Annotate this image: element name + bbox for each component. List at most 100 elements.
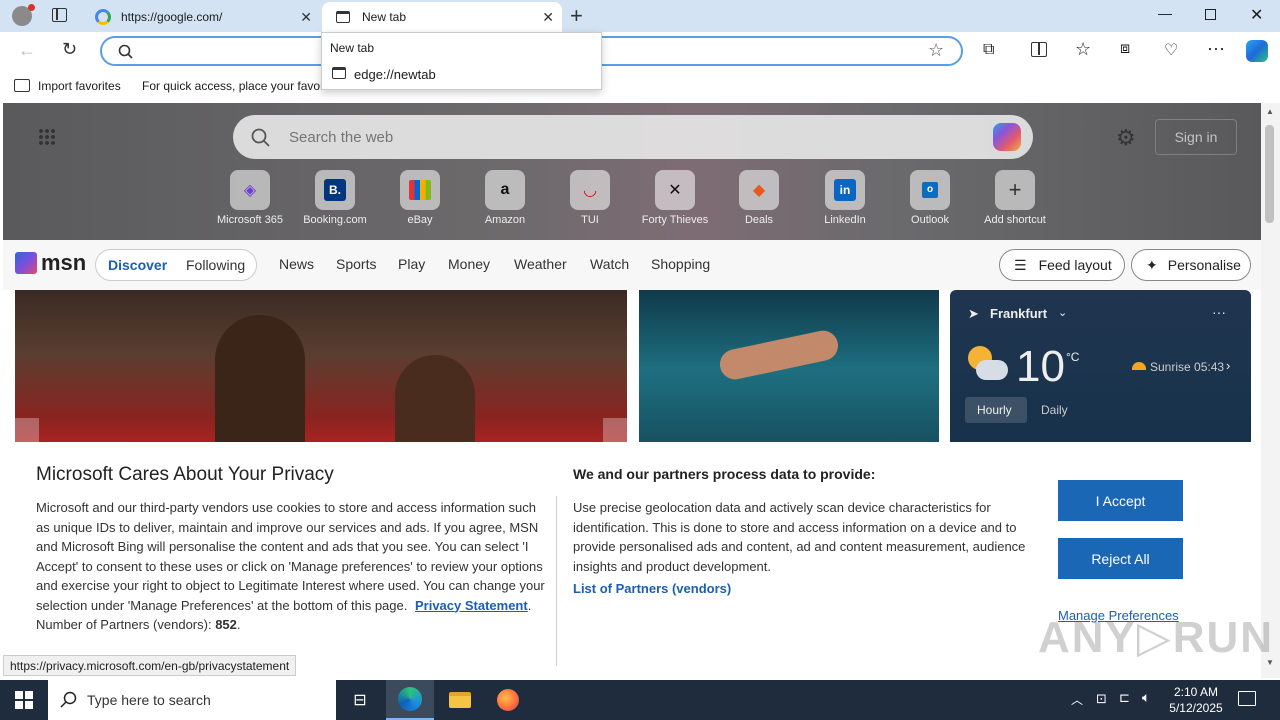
shortcut-deals[interactable]: ◆ Deals: [719, 170, 799, 226]
location-arrow-icon: ➤: [968, 306, 979, 321]
chevron-down-icon[interactable]: ⌄: [1058, 306, 1067, 319]
swimmer-photo: [717, 327, 841, 383]
weather-city[interactable]: Frankfurt: [990, 306, 1047, 321]
nav-weather[interactable]: Weather: [514, 256, 567, 272]
refresh-icon[interactable]: ↻: [62, 39, 77, 60]
shortcut-outlook[interactable]: o Outlook: [890, 170, 970, 226]
file-explorer-icon[interactable]: [436, 680, 484, 720]
favorites-bar: Import favorites For quick access, place…: [0, 72, 1280, 100]
close-tab-icon[interactable]: ✕: [542, 9, 554, 26]
personalise-button[interactable]: ✦ Personalise: [1131, 249, 1251, 281]
search-icon: [118, 44, 133, 59]
favorite-star-icon[interactable]: ☆: [928, 40, 944, 61]
taskbar-search-box[interactable]: Type here to search: [48, 680, 336, 720]
dropdown-item[interactable]: edge://newtab: [322, 63, 601, 87]
hero-background: Search the web ⚙ Sign in ◈ Microsoft 365 …: [3, 103, 1261, 240]
google-favicon-icon: [95, 9, 111, 25]
news-photo-person: [395, 355, 475, 450]
swords-icon: ✕: [655, 170, 695, 210]
tui-icon: ◡: [570, 170, 610, 210]
news-photo: [215, 315, 305, 450]
apps-grid-icon[interactable]: [38, 128, 56, 146]
notifications-icon[interactable]: [1238, 691, 1256, 706]
minimize-icon[interactable]: —: [1158, 5, 1172, 21]
tab-google[interactable]: https://google.com/ ✕: [84, 2, 320, 32]
nav-sports[interactable]: Sports: [336, 256, 376, 272]
close-tab-icon[interactable]: ✕: [300, 9, 312, 26]
split-screen-icon[interactable]: [1031, 42, 1047, 57]
clock[interactable]: 2:10 AM 5/12/2025: [1168, 684, 1224, 716]
reject-all-button[interactable]: Reject All: [1058, 538, 1183, 579]
start-windows-icon[interactable]: [0, 680, 48, 720]
feed-layout-button[interactable]: ☰ Feed layout: [999, 249, 1125, 281]
shortcut-ebay[interactable]: eBay: [380, 170, 460, 226]
tab-actions-icon[interactable]: [52, 8, 67, 22]
swimmer-news-card[interactable]: [639, 290, 939, 450]
tab-discover[interactable]: Discover: [108, 257, 167, 273]
shortcut-microsoft365[interactable]: ◈ Microsoft 365: [210, 170, 290, 226]
extensions-icon[interactable]: ⧉: [983, 41, 994, 59]
hero-news-card[interactable]: [15, 290, 627, 450]
msn-feed-header: msn Discover Following News Sports Play …: [3, 240, 1261, 290]
collections-icon[interactable]: ⧈: [1120, 40, 1130, 58]
shortcut-linkedin[interactable]: in LinkedIn: [805, 170, 885, 226]
shortcut-booking[interactable]: B. Booking.com: [295, 170, 375, 226]
shortcut-tui[interactable]: ◡ TUI: [550, 170, 630, 226]
favorites-hint-text: For quick access, place your favori: [142, 79, 327, 93]
network-icon[interactable]: ⊏: [1119, 690, 1130, 706]
nav-play[interactable]: Play: [398, 256, 425, 272]
tab-hourly[interactable]: Hourly: [965, 397, 1027, 423]
tray-device-icon[interactable]: ⊡: [1096, 691, 1107, 707]
sparkle-icon: ✦: [1146, 256, 1158, 273]
task-view-icon[interactable]: ⊟: [336, 680, 384, 720]
import-favorites-button[interactable]: Import favorites: [38, 79, 121, 93]
web-search-box[interactable]: Search the web: [233, 115, 1033, 159]
edge-taskbar-icon[interactable]: [386, 680, 434, 720]
tab-daily[interactable]: Daily: [1041, 403, 1068, 417]
nav-watch[interactable]: Watch: [590, 256, 629, 272]
nav-shopping[interactable]: Shopping: [651, 256, 710, 272]
list-of-partners-link[interactable]: List of Partners (vendors): [573, 581, 731, 596]
accept-button[interactable]: I Accept: [1058, 480, 1183, 521]
nav-money[interactable]: Money: [448, 256, 490, 272]
new-tab-plus-icon[interactable]: +: [570, 3, 583, 29]
microsoft365-icon: ◈: [230, 170, 270, 210]
shortcut-amazon[interactable]: a Amazon: [465, 170, 545, 226]
volume-icon[interactable]: 🔈︎: [1142, 689, 1150, 706]
shortcut-label: eBay: [407, 214, 433, 226]
restore-icon[interactable]: [1205, 9, 1216, 20]
tab-new-tab[interactable]: New tab ✕: [322, 2, 562, 32]
privacy-body-text: Microsoft and our third-party vendors us…: [36, 500, 545, 613]
more-options-icon[interactable]: ···: [1212, 304, 1226, 320]
amazon-icon: a: [485, 170, 525, 210]
msn-wordmark: msn: [41, 250, 87, 275]
sign-in-button[interactable]: Sign in: [1155, 119, 1237, 155]
privacy-consent-banner: Microsoft Cares About Your Privacy Micro…: [3, 442, 1272, 678]
tab-following[interactable]: Following: [186, 257, 245, 273]
scroll-up-icon[interactable]: ▲: [1266, 107, 1274, 116]
back-icon[interactable]: ←: [18, 40, 36, 61]
weather-card[interactable]: ➤ Frankfurt ⌄ ··· 10 °C Sunrise 05:43 › …: [950, 290, 1251, 450]
sunrise-time: Sunrise 05:43: [1150, 360, 1225, 374]
more-menu-icon[interactable]: ···: [1207, 38, 1225, 59]
shortcut-forty-thieves[interactable]: ✕ Forty Thieves: [635, 170, 715, 226]
firefox-icon[interactable]: [484, 680, 532, 720]
profile-avatar-icon[interactable]: [12, 4, 35, 26]
copilot-icon[interactable]: [993, 123, 1021, 151]
close-window-icon[interactable]: ✕: [1250, 5, 1263, 25]
shortcut-add[interactable]: + Add shortcut: [975, 170, 1055, 226]
favorites-icon[interactable]: ☆: [1075, 39, 1091, 60]
copilot-icon[interactable]: [1246, 40, 1268, 62]
nav-news[interactable]: News: [279, 256, 314, 272]
msn-logo[interactable]: msn: [15, 250, 86, 276]
sunrise-icon: [1132, 362, 1146, 370]
partly-cloudy-icon: [966, 346, 1008, 384]
booking-icon: B.: [315, 170, 355, 210]
settings-gear-icon[interactable]: ⚙: [1116, 125, 1136, 151]
scrollbar-thumb[interactable]: [1265, 125, 1274, 223]
chevron-right-icon[interactable]: ›: [1226, 358, 1230, 373]
tray-chevron-up-icon[interactable]: ︿: [1071, 691, 1083, 708]
privacy-statement-link[interactable]: Privacy Statement: [415, 598, 528, 613]
page-scrollbar[interactable]: ▲ ▼: [1261, 103, 1280, 678]
performance-icon[interactable]: ♡: [1164, 40, 1178, 60]
